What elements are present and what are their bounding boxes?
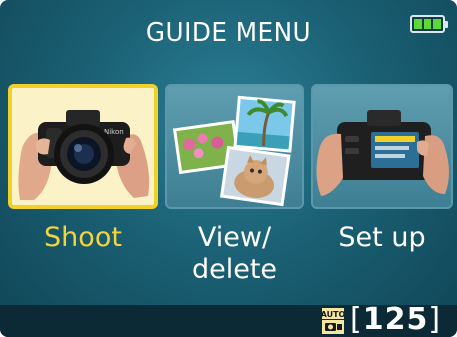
photo-stack-icon xyxy=(172,95,296,207)
hands-holding-camera-icon: Nikon xyxy=(12,88,154,205)
mode-text: AUTO xyxy=(322,310,344,319)
page-title: GUIDE MENU xyxy=(145,18,312,48)
guide-menu-screen: GUIDE MENU Nikon Shoot View/ delete Set … xyxy=(0,0,457,337)
menu-tile-shoot[interactable]: Nikon xyxy=(8,84,158,209)
battery-segment xyxy=(433,19,442,29)
battery-segment xyxy=(423,19,432,29)
battery-segment xyxy=(414,19,422,29)
menu-label-set-up: Set up xyxy=(338,222,426,253)
bracket-close: ] xyxy=(428,302,442,337)
menu-label-view-delete: View/ delete xyxy=(191,222,278,285)
shots-remaining-value: 125 xyxy=(362,302,429,337)
camera-rear-screen-icon xyxy=(316,110,449,196)
menu-tile-set-up[interactable] xyxy=(311,84,453,209)
menu-label-shoot: Shoot xyxy=(44,222,122,253)
shots-remaining: [125] xyxy=(350,302,441,337)
battery-full-icon xyxy=(410,15,448,33)
auto-mode-icon: AUTO xyxy=(322,308,344,334)
bracket-open: [ xyxy=(350,302,363,337)
menu-tile-view-delete[interactable] xyxy=(165,84,304,209)
